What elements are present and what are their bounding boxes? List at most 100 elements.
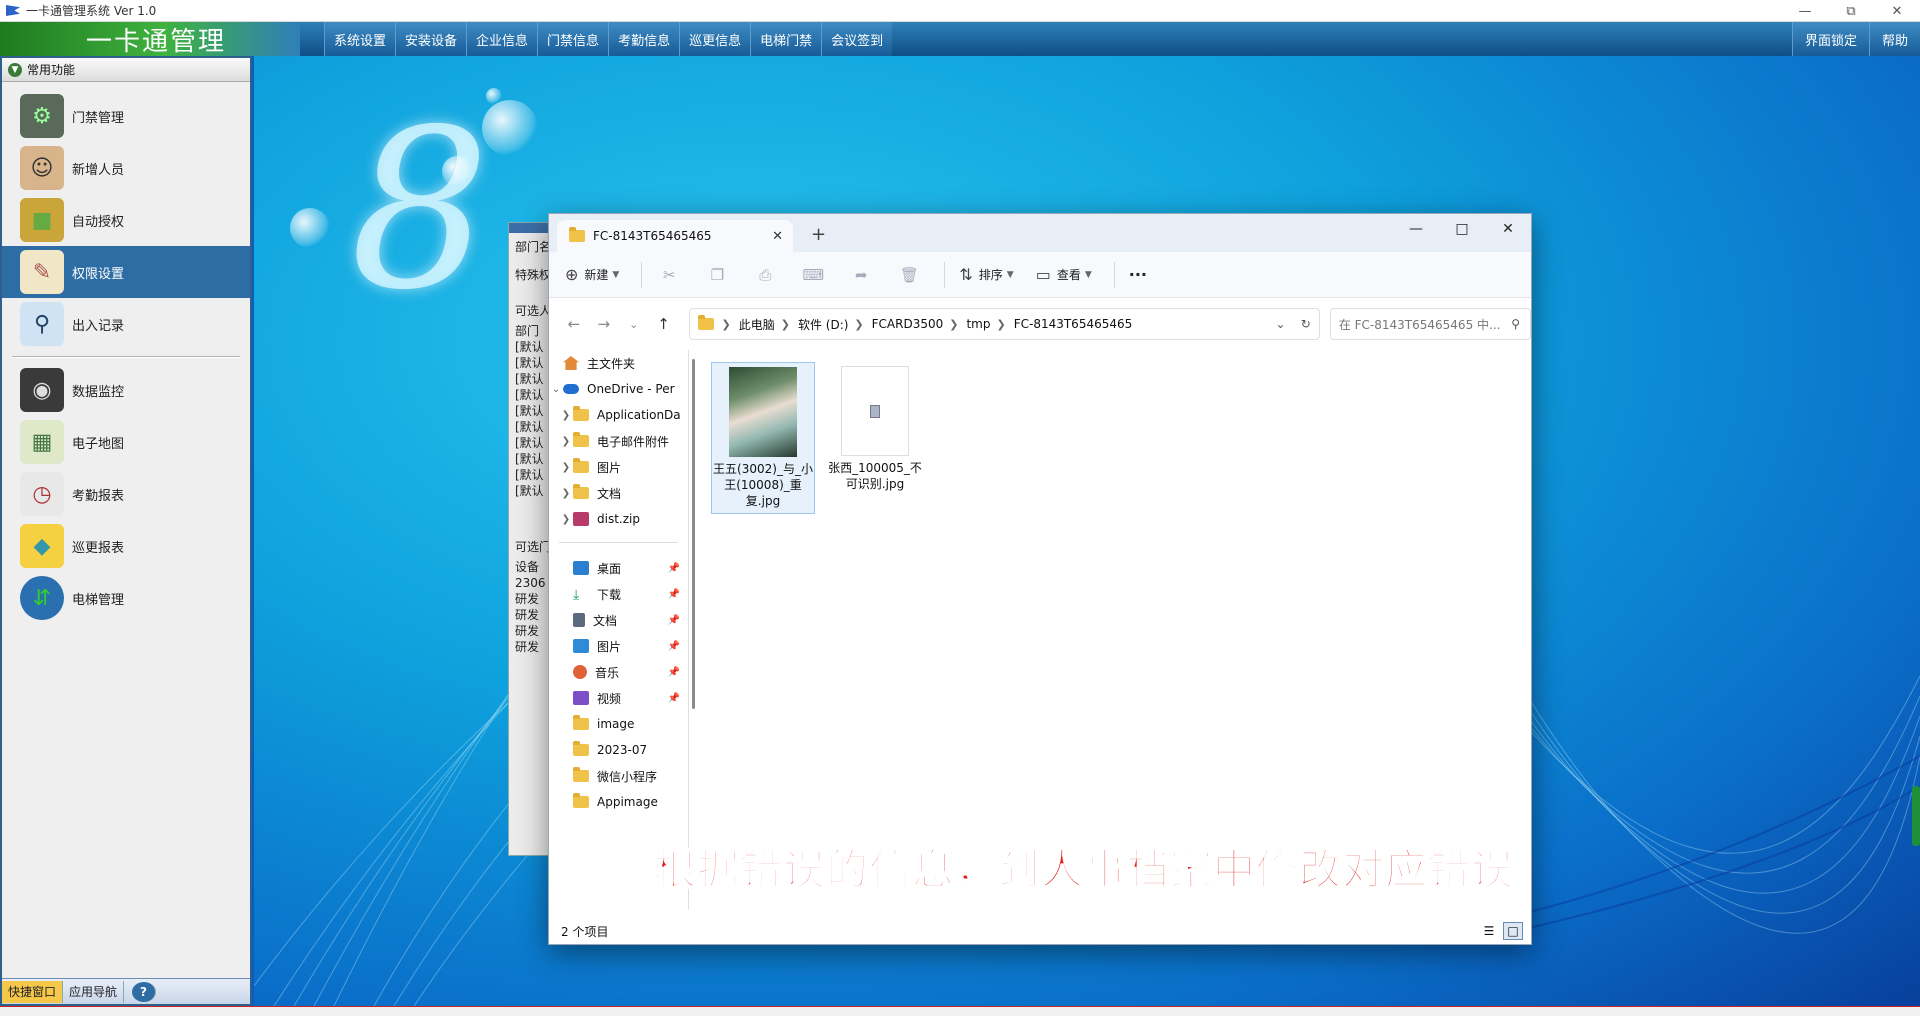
- nav-quick-item[interactable]: 文档 📌: [549, 607, 688, 633]
- rename-icon[interactable]: ⌨: [800, 262, 826, 288]
- nav-item-label: 视频: [597, 691, 622, 706]
- sidebar-item-attendance-report[interactable]: ◷ 考勤报表: [2, 468, 250, 520]
- bubble-decoration: [482, 100, 538, 156]
- chevron-right-icon[interactable]: ❯: [559, 462, 573, 473]
- up-icon[interactable]: ↑: [649, 315, 679, 333]
- nav-scrollbar[interactable]: [692, 359, 695, 709]
- view-button[interactable]: ▭ 查看 ▼: [1036, 265, 1092, 284]
- menu-access-info[interactable]: 门禁信息: [537, 22, 609, 56]
- breadcrumb-item[interactable]: FC-8143T65465465: [1014, 317, 1133, 331]
- breadcrumb-item[interactable]: 软件 (D:): [798, 316, 848, 333]
- nav-quick-item[interactable]: 图片 📌: [549, 633, 688, 659]
- file-item[interactable]: 王五(3002)_与_小王(10008)_重复.jpg: [711, 362, 815, 514]
- explorer-tab-title: FC-8143T65465465: [593, 229, 712, 243]
- nav-quick-item[interactable]: 桌面 📌: [549, 555, 688, 581]
- menu-system-settings[interactable]: 系统设置: [324, 22, 396, 56]
- menu-attendance-info[interactable]: 考勤信息: [608, 22, 680, 56]
- chevron-down-icon[interactable]: ⌄: [1275, 317, 1285, 331]
- nav-quick-item[interactable]: 2023-07: [549, 737, 688, 763]
- nav-item-onedrive[interactable]: ⌄ OneDrive - Per: [549, 376, 688, 402]
- nav-item-folder[interactable]: ❯ ApplicationDa: [549, 402, 688, 428]
- nav-quick-item[interactable]: Appimage: [549, 789, 688, 815]
- scroll-indicator[interactable]: [1912, 786, 1920, 846]
- close-icon[interactable]: ✕: [1874, 0, 1920, 22]
- refresh-icon[interactable]: ↻: [1301, 317, 1311, 331]
- sidebar-item-auto-auth[interactable]: ■ 自动授权: [2, 194, 250, 246]
- back-icon[interactable]: ←: [559, 315, 589, 333]
- maximize-icon[interactable]: □: [1439, 214, 1485, 244]
- more-button[interactable]: ···: [1129, 265, 1147, 284]
- copy-icon[interactable]: ❐: [704, 262, 730, 288]
- nav-item-zip[interactable]: ❯ dist.zip: [549, 506, 688, 532]
- pin-icon[interactable]: 📌: [668, 693, 680, 704]
- forward-icon[interactable]: →: [589, 315, 619, 333]
- explorer-tab[interactable]: FC-8143T65465465 ✕: [557, 220, 793, 252]
- pin-icon[interactable]: 📌: [668, 589, 680, 600]
- address-bar[interactable]: ❯ 此电脑 ❯ 软件 (D:) ❯ FCARD3500 ❯ tmp ❯ FC-8…: [688, 308, 1320, 340]
- nav-item-home[interactable]: 主文件夹: [549, 350, 688, 376]
- tiles-view-icon[interactable]: □: [1503, 922, 1523, 940]
- new-tab-icon[interactable]: +: [811, 224, 826, 245]
- sidebar-item-add-person[interactable]: ☺ 新增人员: [2, 142, 250, 194]
- menu-patrol-info[interactable]: 巡更信息: [679, 22, 751, 56]
- breadcrumb-item[interactable]: FCARD3500: [872, 317, 944, 331]
- nav-item-folder[interactable]: ❯ 文档: [549, 480, 688, 506]
- sidebar-item-access-control[interactable]: ⚙ 门禁管理: [2, 90, 250, 142]
- nav-quick-item[interactable]: 音乐 📌: [549, 659, 688, 685]
- details-view-icon[interactable]: ☰: [1479, 922, 1499, 940]
- new-button[interactable]: ⊕ 新建 ▼: [565, 265, 619, 284]
- tab-shortcut-window[interactable]: 快捷窗口: [2, 980, 64, 1003]
- nav-item-folder[interactable]: ❯ 电子邮件附件: [549, 428, 688, 454]
- pin-icon[interactable]: 📌: [668, 615, 680, 626]
- close-tab-icon[interactable]: ✕: [772, 229, 783, 244]
- close-icon[interactable]: ✕: [1485, 214, 1531, 244]
- breadcrumb-item[interactable]: 此电脑: [739, 316, 775, 333]
- help-icon[interactable]: ?: [132, 981, 157, 1002]
- nav-item-folder[interactable]: ❯ 图片: [549, 454, 688, 480]
- menu-company-info[interactable]: 企业信息: [466, 22, 538, 56]
- pin-icon[interactable]: 📌: [668, 667, 680, 678]
- collapse-icon[interactable]: ▼: [8, 62, 22, 77]
- menu-meeting-checkin[interactable]: 会议签到: [821, 22, 893, 56]
- breadcrumb-item[interactable]: tmp: [966, 317, 990, 331]
- menu-lock-screen[interactable]: 界面锁定: [1791, 22, 1869, 56]
- pin-icon[interactable]: 📌: [668, 563, 680, 574]
- nav-quick-item[interactable]: 视频 📌: [549, 685, 688, 711]
- chevron-down-icon[interactable]: ⌄: [549, 384, 563, 395]
- search-icon[interactable]: ⚲: [1511, 317, 1520, 331]
- paste-icon[interactable]: ⎙: [752, 262, 778, 288]
- recent-chevron-icon[interactable]: ⌄: [619, 318, 649, 331]
- nav-quick-item[interactable]: ⤓ 下载 📌: [549, 581, 688, 607]
- nav-quick-item[interactable]: image: [549, 711, 688, 737]
- explorer-toolbar: ⊕ 新建 ▼ ✂ ❐ ⎙ ⌨ ➦ 🗑 ⇅ 排序 ▼ ▭ 查看 ▼ ···: [549, 252, 1531, 298]
- minimize-icon[interactable]: —: [1393, 214, 1439, 244]
- bg-text: 部门: [515, 324, 540, 338]
- sidebar-header[interactable]: ▼ 常用功能: [2, 58, 250, 82]
- sidebar-item-permissions[interactable]: ✎ 权限设置: [2, 246, 250, 298]
- cut-icon[interactable]: ✂: [656, 262, 682, 288]
- chevron-right-icon[interactable]: ❯: [559, 410, 573, 421]
- sidebar-item-patrol-report[interactable]: ◆ 巡更报表: [2, 520, 250, 572]
- nav-quick-item[interactable]: 微信小程序: [549, 763, 688, 789]
- share-icon[interactable]: ➦: [848, 262, 874, 288]
- restore-icon[interactable]: ⧉: [1828, 0, 1874, 22]
- delete-icon[interactable]: 🗑: [896, 262, 922, 288]
- chevron-right-icon[interactable]: ❯: [559, 436, 573, 447]
- sidebar-item-elevator[interactable]: ⇵ 电梯管理: [2, 572, 250, 624]
- chevron-right-icon[interactable]: ❯: [559, 514, 573, 525]
- sidebar-item-e-map[interactable]: ▦ 电子地图: [2, 416, 250, 468]
- nav-item-label: dist.zip: [597, 512, 640, 526]
- sort-button[interactable]: ⇅ 排序 ▼: [959, 265, 1013, 284]
- bg-text: 特殊权: [515, 268, 549, 282]
- sidebar-item-data-monitor[interactable]: ◉ 数据监控: [2, 364, 250, 416]
- sidebar-item-access-records[interactable]: ⚲ 出入记录: [2, 298, 250, 350]
- menu-help[interactable]: 帮助: [1868, 22, 1920, 56]
- tab-app-nav[interactable]: 应用导航: [63, 980, 125, 1003]
- pin-icon[interactable]: 📌: [668, 641, 680, 652]
- menu-install-devices[interactable]: 安装设备: [395, 22, 467, 56]
- menu-elevator-access[interactable]: 电梯门禁: [750, 22, 822, 56]
- chevron-right-icon[interactable]: ❯: [559, 488, 573, 499]
- search-input[interactable]: 在 FC-8143T65465465 中... ⚲: [1329, 308, 1531, 340]
- minimize-icon[interactable]: —: [1782, 0, 1828, 22]
- file-item[interactable]: 张西_100005_不可识别.jpg: [823, 362, 927, 514]
